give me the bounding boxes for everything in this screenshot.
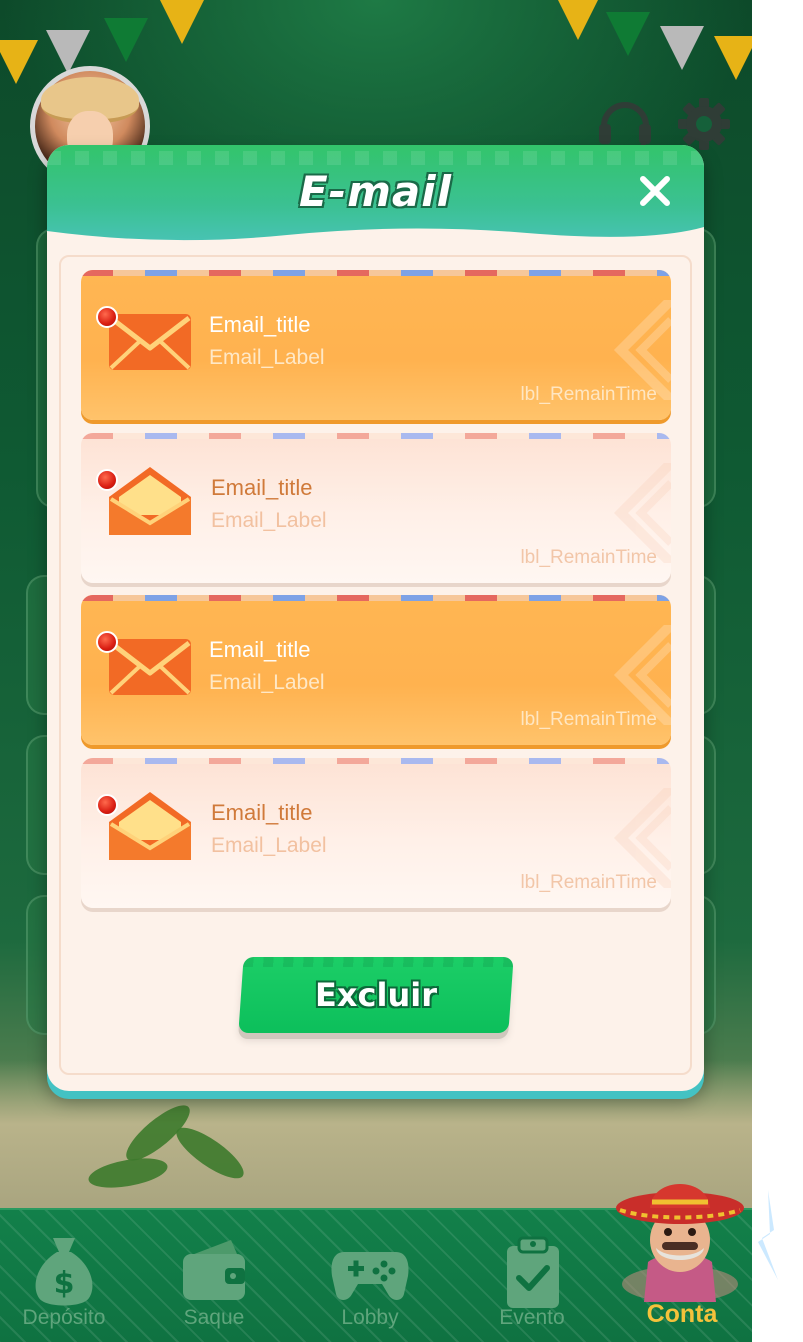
header-pattern xyxy=(47,151,704,165)
bunting-flag xyxy=(556,0,600,40)
mail-label: Email_Label xyxy=(209,671,325,694)
headset-icon[interactable] xyxy=(596,96,654,150)
mail-label: Email_Label xyxy=(209,346,325,369)
mail-item[interactable]: Email_title Email_Label lbl_RemainTime xyxy=(81,270,671,420)
mail-title: Email_title xyxy=(211,800,313,825)
clipboard-check-icon xyxy=(507,1236,559,1308)
mail-item[interactable]: Email_title Email_Label lbl_RemainTime xyxy=(81,595,671,745)
mail-remain-time: lbl_RemainTime xyxy=(520,872,657,893)
closed-envelope-icon xyxy=(109,314,191,370)
mail-item[interactable]: Email_title Email_Label lbl_RemainTime xyxy=(81,433,671,583)
mascot-avatar-icon xyxy=(616,1184,744,1302)
modal-title: E-mail xyxy=(298,167,453,216)
mail-label: Email_Label xyxy=(211,834,327,857)
email-modal: E-mail Email_title Email_Label lbl_Remai xyxy=(47,145,704,1091)
open-envelope-icon xyxy=(109,467,191,535)
close-button[interactable] xyxy=(633,169,677,213)
mail-title: Email_title xyxy=(209,637,311,662)
unread-dot-badge xyxy=(96,631,118,653)
nav-label: Depósito xyxy=(22,1306,106,1329)
wallet-icon xyxy=(183,1240,245,1300)
modal-header: E-mail xyxy=(47,145,704,261)
mail-title: Email_title xyxy=(211,475,313,500)
airmail-border xyxy=(81,758,671,764)
delete-button-label: Excluir xyxy=(315,976,437,1014)
unread-dot-badge xyxy=(96,306,118,328)
gamepad-icon xyxy=(331,1252,409,1300)
sparkle-effect xyxy=(758,1190,778,1280)
mail-title: Email_title xyxy=(209,312,311,337)
bunting-flag xyxy=(160,0,204,44)
delete-button[interactable]: Excluir xyxy=(238,957,514,1033)
unread-dot-badge xyxy=(96,794,118,816)
money-bag-icon: $ xyxy=(35,1238,93,1306)
bunting-flag xyxy=(0,40,38,84)
nav-item-deposito[interactable]: $ Depósito xyxy=(0,1210,134,1342)
nav-item-evento[interactable]: Evento xyxy=(462,1210,602,1342)
mail-label: Email_Label xyxy=(211,509,327,532)
bunting-flag xyxy=(606,12,650,56)
mail-remain-time: lbl_RemainTime xyxy=(520,384,657,405)
nav-item-lobby[interactable]: Lobby xyxy=(300,1210,440,1342)
mail-remain-time: lbl_RemainTime xyxy=(520,709,657,730)
mail-item[interactable]: Email_title Email_Label lbl_RemainTime xyxy=(81,758,671,908)
unread-dot-badge xyxy=(96,469,118,491)
gear-icon[interactable] xyxy=(676,96,732,152)
nav-label: Evento xyxy=(499,1306,565,1329)
close-icon xyxy=(640,176,670,206)
svg-text:$: $ xyxy=(54,1266,75,1301)
bunting-flag xyxy=(714,36,752,80)
closed-envelope-icon xyxy=(109,639,191,695)
nav-label: Saque xyxy=(183,1306,245,1329)
bunting-flag xyxy=(660,26,704,70)
nav-label: Conta xyxy=(646,1300,718,1328)
nav-item-saque[interactable]: Saque xyxy=(144,1210,284,1342)
mail-remain-time: lbl_RemainTime xyxy=(520,547,657,568)
nav-label: Lobby xyxy=(341,1306,399,1329)
airmail-border xyxy=(81,433,671,439)
bunting-flag xyxy=(104,18,148,62)
airmail-border xyxy=(81,595,671,601)
airmail-border xyxy=(81,270,671,276)
open-envelope-icon xyxy=(109,792,191,860)
